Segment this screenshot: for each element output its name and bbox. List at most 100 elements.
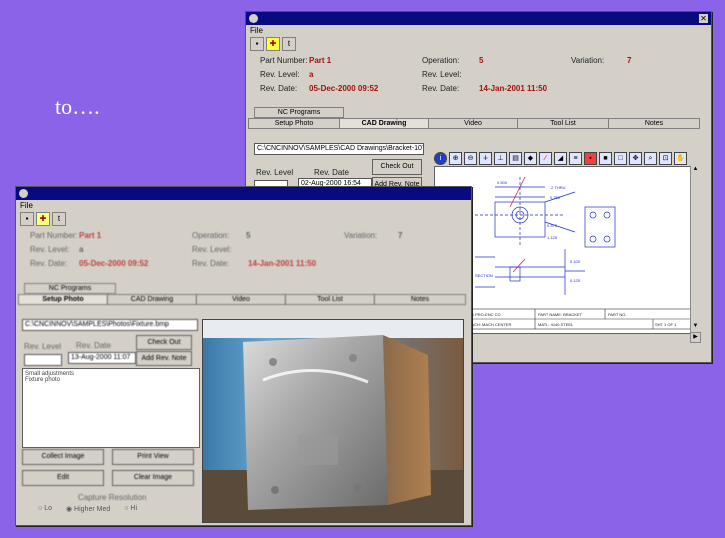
front-rev-level-2-label: Rev. Level: [192, 245, 232, 254]
titleblock-material: MATL: 4140 STEEL [538, 322, 574, 327]
front-text-icon[interactable]: t [52, 212, 66, 226]
menu-file[interactable]: File [246, 25, 711, 36]
zoom-window-icon[interactable]: ⌕ [644, 152, 657, 165]
cad-drawing-svg: 0.500 .2 THRU 0.250 0.375 1.125 0.100 0.… [464, 176, 692, 330]
front-variation-label: Variation: [344, 231, 378, 240]
rev-date-value: 05-Dec-2000 09:52 [309, 84, 379, 93]
part-number-label: Part Number: [260, 56, 308, 65]
dimension-icon[interactable]: ⊥ [494, 152, 507, 165]
close-button[interactable]: ✕ [699, 14, 708, 23]
measure-icon[interactable]: ∔ [479, 152, 492, 165]
layers-icon[interactable]: ◆ [524, 152, 537, 165]
scroll-right-icon[interactable]: ▶ [690, 332, 701, 343]
tab-nc-programs[interactable]: NC Programs [254, 107, 344, 118]
tab-setup-photo[interactable]: Setup Photo [248, 118, 340, 129]
titleblock-sheet: SHT 1 OF 1 [655, 322, 677, 327]
radio-higher-med[interactable]: ◉ Higher Med [66, 505, 110, 513]
front-title-bar [16, 187, 471, 200]
print-view-button[interactable]: Print View [112, 449, 194, 465]
tab-notes[interactable]: Notes [608, 118, 700, 129]
front-tab-notes[interactable]: Notes [374, 294, 466, 305]
titleblock-company: NG PRO-ENC CO [468, 312, 501, 317]
edit-button[interactable]: Edit [22, 470, 104, 486]
front-app-icon [19, 189, 28, 198]
front-tab-cad-drawing[interactable]: CAD Drawing [107, 294, 197, 305]
tab-tool-list[interactable]: Tool List [517, 118, 609, 129]
fill-icon[interactable]: ◢ [554, 152, 567, 165]
zoom-in-icon[interactable]: ⊕ [449, 152, 462, 165]
clear-image-button[interactable]: Clear Image [112, 470, 194, 486]
titleblock-machine: MACH: MACH CENTER [468, 322, 511, 327]
scroll-up-icon[interactable]: ▲ [691, 166, 700, 175]
front-tab-tool-list[interactable]: Tool List [285, 294, 375, 305]
radio-lo[interactable]: ○ Lo [38, 505, 52, 513]
zoom-extents-icon[interactable]: ⊡ [659, 152, 672, 165]
cad-rev-level-label: Rev. Level [256, 168, 294, 177]
pan-icon[interactable]: ✥ [629, 152, 642, 165]
front-tab-nc-programs[interactable]: NC Programs [24, 283, 116, 294]
rev-date-2-value: 14-Jan-2001 11:50 [479, 84, 548, 93]
front-operation-value: 5 [246, 231, 251, 240]
list-icon[interactable]: ≡ [569, 152, 582, 165]
hand-icon[interactable]: ✋ [674, 152, 687, 165]
setup-photo-image [202, 319, 464, 523]
front-tab-video[interactable]: Video [196, 294, 286, 305]
photo-path-field[interactable]: C:\CNCINNOV\SAMPLES\Photos\Fixture.bmp [22, 319, 198, 331]
radio-higher-med-label: Higher Med [74, 506, 111, 513]
front-menu-file[interactable]: File [16, 200, 471, 211]
svg-text:0.500: 0.500 [497, 180, 508, 185]
front-cross-icon[interactable]: ✚ [36, 212, 50, 226]
photo-rev-date-field[interactable]: 13-Aug-2000 11:07 [68, 352, 136, 364]
toolbar: ▪ ✚ t [246, 36, 711, 52]
front-variation-value: 7 [398, 231, 403, 240]
variation-value: 7 [627, 56, 632, 65]
svg-text:0.375: 0.375 [547, 223, 558, 228]
text-icon[interactable]: t [282, 37, 296, 51]
title-bar [246, 12, 711, 25]
photo-rev-level-field[interactable] [24, 354, 62, 366]
rev-level-2-label: Rev. Level: [422, 70, 462, 79]
print-icon[interactable]: ▤ [509, 152, 522, 165]
radio-hi-label: Hi [130, 505, 138, 512]
part-number-value: Part 1 [309, 56, 332, 65]
fixture-photo-svg [203, 320, 463, 522]
collect-image-button[interactable]: Collect Image [22, 449, 104, 465]
cad-vertical-scrollbar[interactable]: ▲ ▼ [690, 166, 700, 332]
zoom-out-icon[interactable]: ⊖ [464, 152, 477, 165]
front-rev-date-2-label: Rev. Date: [192, 259, 230, 268]
front-rev-level-value: a [79, 245, 84, 254]
stop-icon[interactable]: ■ [599, 152, 612, 165]
photo-rev-date-label: Rev. Date [76, 341, 111, 350]
front-rev-date-value: 05-Dec-2000 09:52 [79, 259, 149, 268]
capture-resolution-options: ○ Lo ◉ Higher Med ○ Hi [38, 505, 137, 513]
front-check-out-button[interactable]: Check Out [136, 335, 192, 350]
front-save-icon[interactable]: ▪ [20, 212, 34, 226]
operation-value: 5 [479, 56, 484, 65]
tab-video[interactable]: Video [428, 118, 518, 129]
front-tab-setup-photo[interactable]: Setup Photo [18, 294, 108, 305]
tab-cad-drawing[interactable]: CAD Drawing [339, 118, 429, 129]
setup-photo-window: File ▪ ✚ t Part Number: Part 1 Operation… [15, 186, 472, 526]
save-icon[interactable]: ▪ [250, 37, 264, 51]
front-toolbar: ▪ ✚ t [16, 211, 471, 227]
photo-rev-level-label: Rev. Level [24, 342, 62, 351]
front-add-rev-note-button[interactable]: Add Rev. Note [136, 351, 192, 366]
window-icon[interactable]: □ [614, 152, 627, 165]
radio-lo-label: Lo [44, 505, 52, 512]
revision-notes-list[interactable]: Small adjustments Fixture photo [22, 368, 200, 448]
pen-icon[interactable]: ∕ [539, 152, 552, 165]
info-icon[interactable]: i [434, 152, 447, 165]
rev-date-2-label: Rev. Date: [422, 84, 460, 93]
radio-hi[interactable]: ○ Hi [124, 505, 137, 513]
titleblock-part-no: PART NO. [608, 312, 626, 317]
scroll-down-icon[interactable]: ▼ [691, 323, 700, 332]
front-rev-date-label: Rev. Date: [30, 259, 68, 268]
cross-icon[interactable]: ✚ [266, 37, 280, 51]
rev-date-label: Rev. Date: [260, 84, 298, 93]
cad-drawing-area[interactable]: 0.500 .2 THRU 0.250 0.375 1.125 0.100 0.… [434, 166, 692, 334]
svg-text:1.125: 1.125 [547, 235, 558, 240]
check-out-button[interactable]: Check Out [372, 159, 422, 175]
palette-icon[interactable]: ▪ [584, 152, 597, 165]
cad-path-field[interactable]: C:\CNCINNOV\SAMPLES\CAD Drawings\Bracket… [254, 143, 424, 155]
app-icon [249, 14, 258, 23]
